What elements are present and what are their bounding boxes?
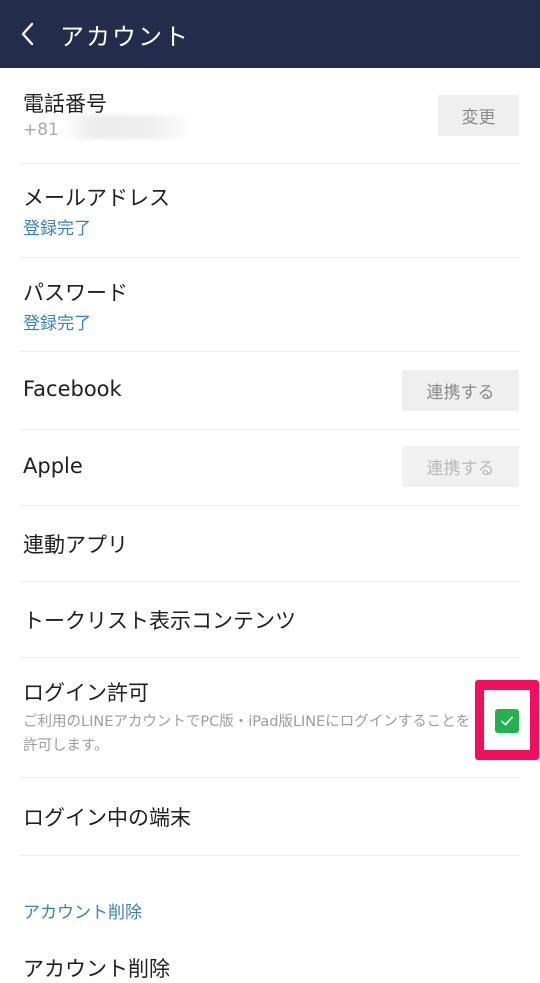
- back-button[interactable]: [0, 0, 56, 68]
- delete-account-row[interactable]: アカウント削除: [0, 940, 540, 981]
- chevron-left-icon: [21, 22, 34, 46]
- logged-in-devices-row[interactable]: ログイン中の端末: [0, 778, 540, 856]
- masked-phone-number: [62, 115, 192, 139]
- apple-link-button[interactable]: 連携する: [402, 446, 519, 487]
- logged-in-devices-label: ログイン中の端末: [23, 806, 191, 830]
- apple-row: Apple 連携する: [0, 430, 540, 506]
- talk-list-content-row[interactable]: トークリスト表示コンテンツ: [0, 582, 540, 658]
- login-permission-description: ご利用のLINEアカウントでPC版・iPad版LINEにログインすることを許可し…: [23, 714, 471, 754]
- divider: [20, 855, 520, 856]
- phone-label: 電話番号: [23, 92, 107, 116]
- highlight-box: [475, 680, 539, 760]
- apple-label: Apple: [23, 454, 83, 478]
- phone-value: +81: [23, 120, 59, 140]
- linked-apps-label: 連動アプリ: [23, 533, 128, 557]
- delete-account-label: アカウント削除: [23, 957, 170, 981]
- login-permission-checkbox[interactable]: [495, 709, 519, 733]
- email-label: メールアドレス: [23, 186, 170, 210]
- app-bar: アカウント: [0, 0, 540, 68]
- change-phone-button[interactable]: 変更: [438, 95, 519, 136]
- login-permission-row: ログイン許可 ご利用のLINEアカウントでPC版・iPad版LINEにログインす…: [0, 658, 540, 778]
- check-icon: [501, 716, 513, 726]
- facebook-link-button[interactable]: 連携する: [402, 370, 519, 411]
- page-title: アカウント: [60, 22, 190, 51]
- email-row[interactable]: メールアドレス 登録完了: [0, 164, 540, 258]
- login-permission-label: ログイン許可: [23, 681, 149, 705]
- password-row[interactable]: パスワード 登録完了: [0, 258, 540, 352]
- linked-apps-row[interactable]: 連動アプリ: [0, 506, 540, 582]
- facebook-row: Facebook 連携する: [0, 352, 540, 430]
- password-status: 登録完了: [23, 314, 91, 334]
- section-header-delete: アカウント削除: [23, 903, 142, 923]
- facebook-label: Facebook: [23, 377, 122, 401]
- password-label: パスワード: [23, 281, 128, 305]
- checkbox-area: [484, 690, 530, 750]
- talk-list-content-label: トークリスト表示コンテンツ: [23, 609, 296, 633]
- email-status: 登録完了: [23, 219, 91, 239]
